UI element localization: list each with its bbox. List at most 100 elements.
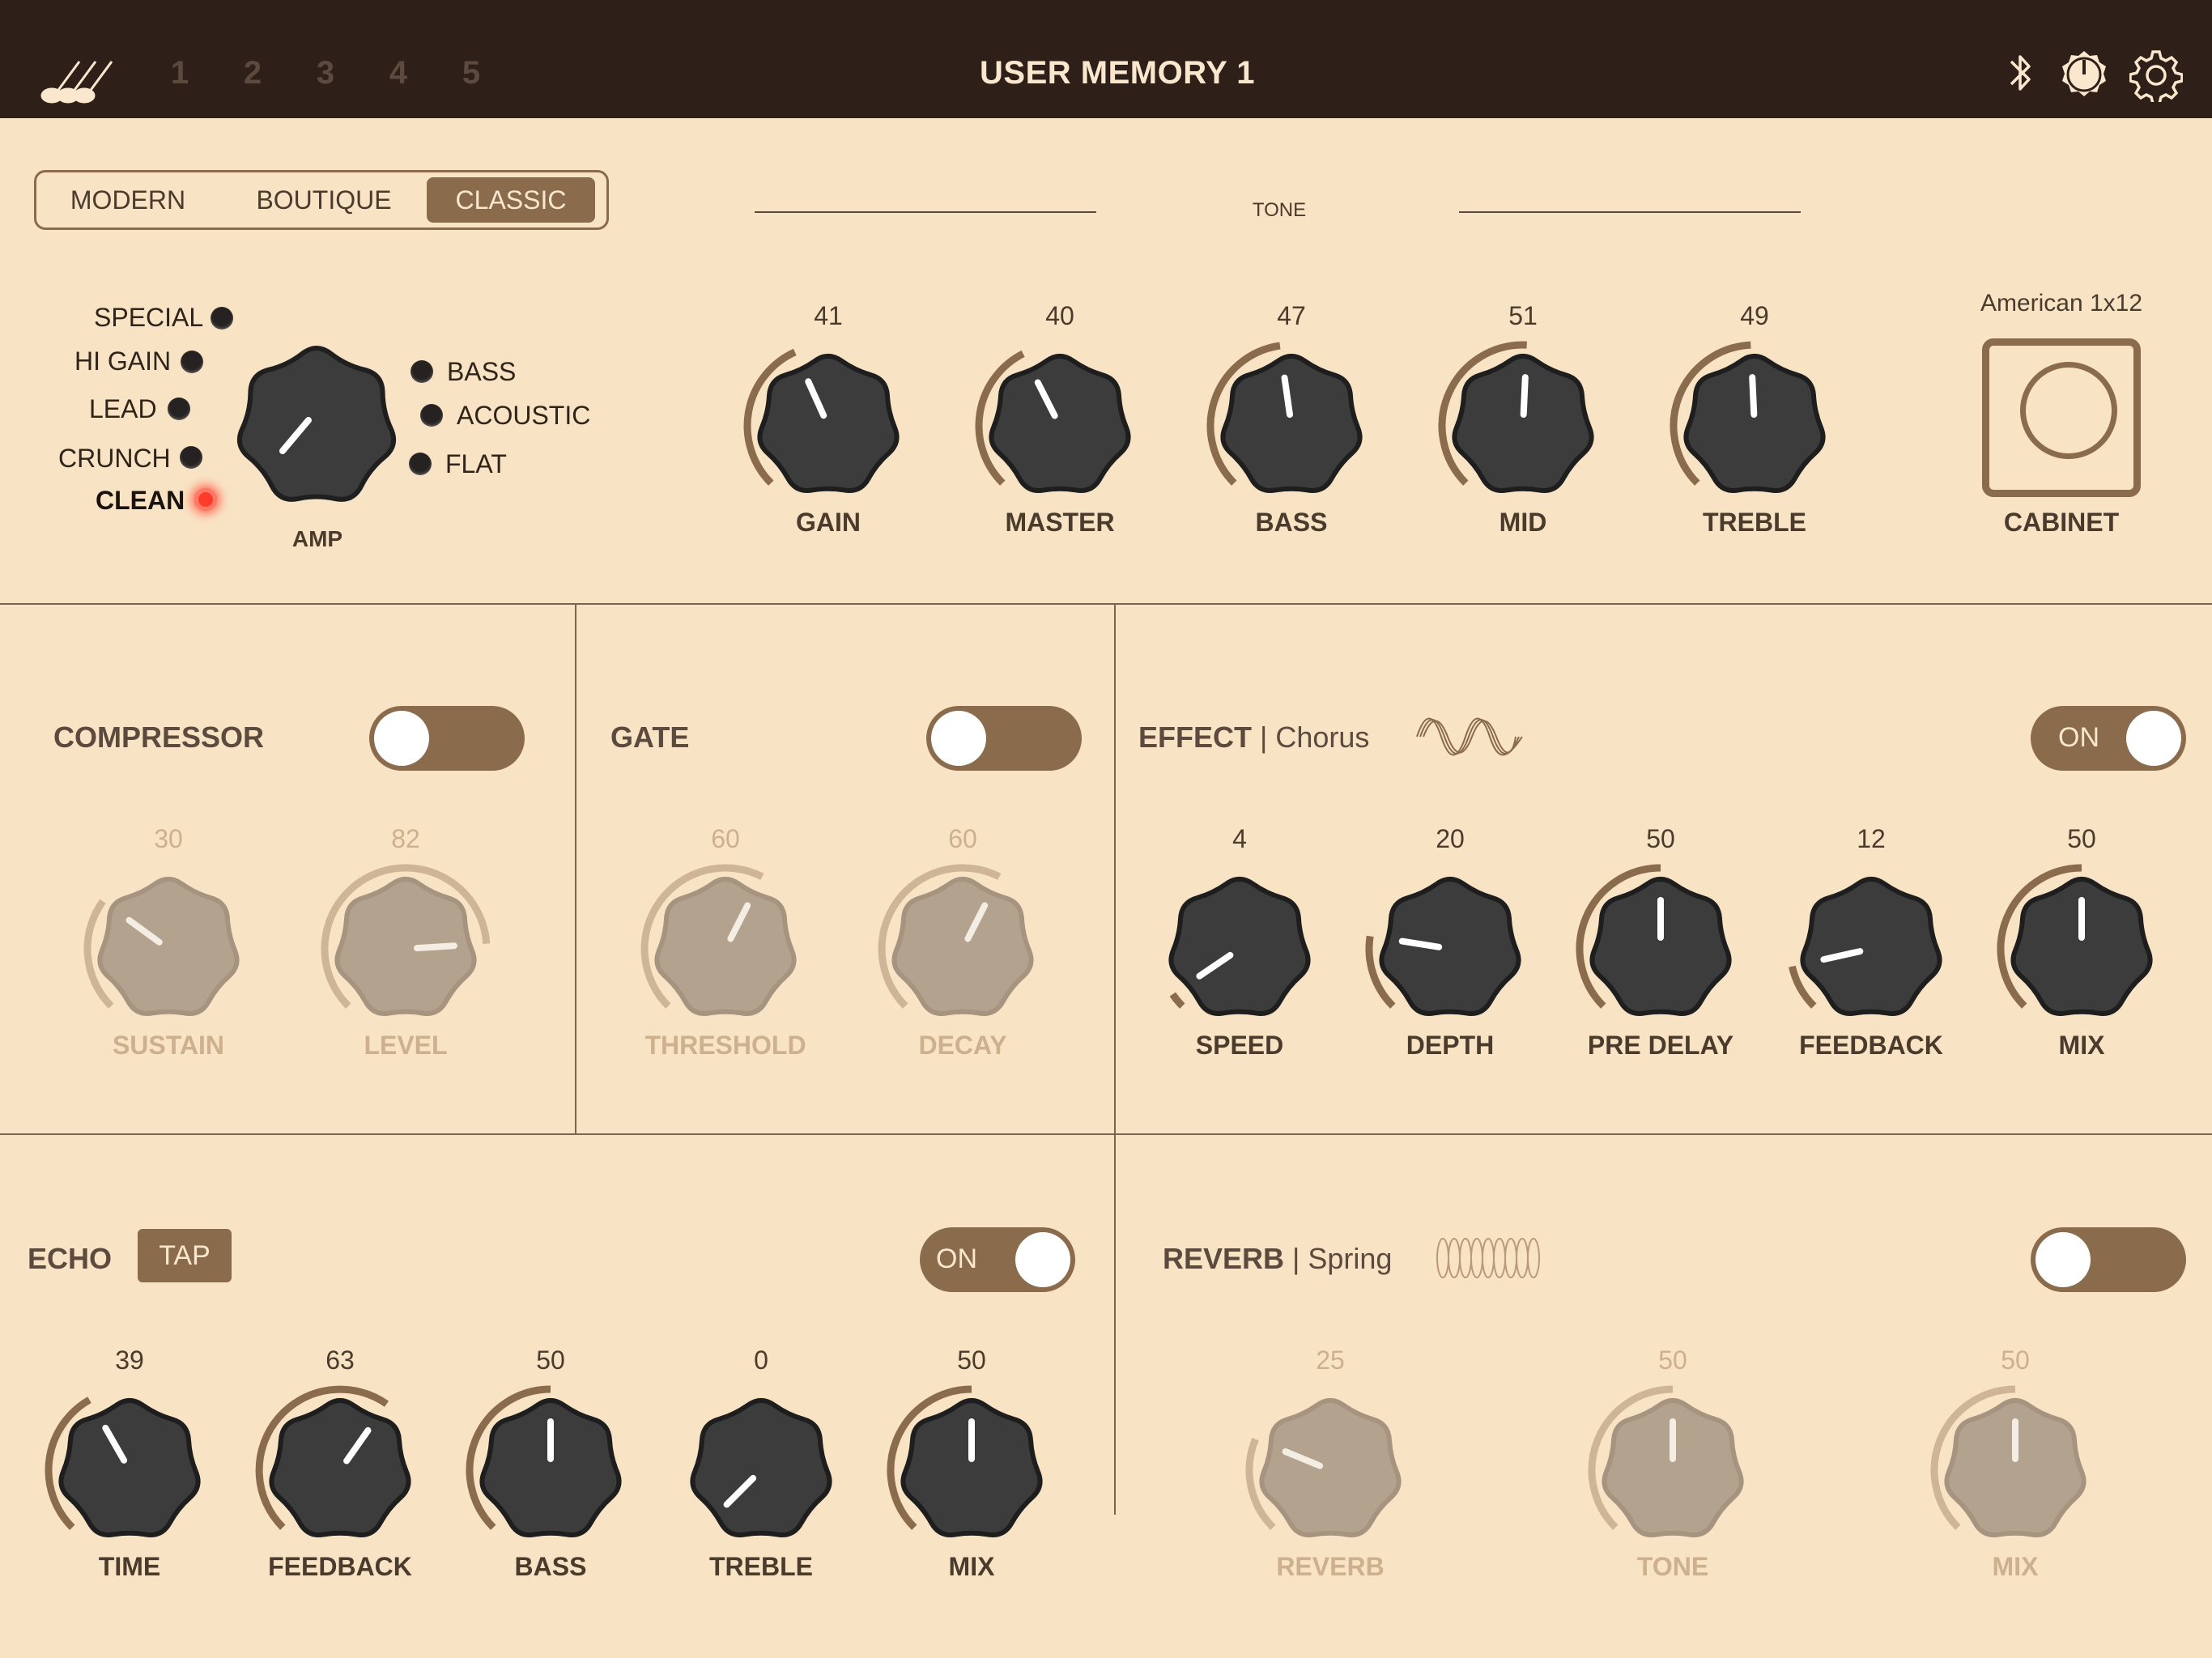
amp-type-bass-label[interactable]: BASS [447, 357, 516, 387]
echo-toggle[interactable]: ON [920, 1227, 1075, 1292]
effect-type[interactable]: Chorus [1275, 721, 1369, 754]
cabinet-button[interactable] [1982, 338, 2141, 497]
spring-icon [1436, 1238, 1540, 1278]
toggle-thumb [2035, 1232, 2091, 1287]
depth-label: DEPTH [1406, 1031, 1495, 1060]
amp-type-clean-led[interactable] [194, 488, 217, 511]
amp-type-special-led[interactable] [211, 307, 233, 329]
knob-value-arc [1169, 992, 1185, 1009]
reverb-tone-knob[interactable] [1584, 1381, 1762, 1559]
amp-type-higain-label[interactable]: HI GAIN [74, 346, 171, 376]
reverb-toggle[interactable] [2031, 1227, 2186, 1292]
echo-mix-label: MIX [948, 1552, 995, 1581]
effect-feedback-value: 12 [1857, 824, 1886, 853]
amp-type-clean-label[interactable]: CLEAN [96, 486, 185, 516]
gate-title: GATE [610, 721, 690, 754]
depth-value: 20 [1436, 824, 1465, 853]
echo-feedback-knob[interactable] [251, 1381, 429, 1559]
amp-type-acoustic-label[interactable]: ACOUSTIC [457, 401, 590, 431]
amp-type-bass-led[interactable] [410, 360, 433, 383]
knob-pointer [414, 942, 457, 952]
echo-treble-knob[interactable] [672, 1381, 850, 1559]
pre-delay-knob[interactable] [1572, 860, 1750, 1038]
guitars-logo-icon[interactable] [32, 53, 121, 105]
threshold-value: 60 [711, 824, 740, 853]
tab-boutique[interactable]: BOUTIQUE [231, 177, 417, 223]
time-knob[interactable] [40, 1381, 219, 1559]
toggle-thumb [931, 711, 986, 766]
gain-value: 41 [814, 301, 843, 330]
bluetooth-icon[interactable] [2005, 49, 2037, 97]
effect-feedback-knob[interactable] [1782, 860, 1960, 1038]
toggle-thumb [2126, 711, 2181, 766]
amp-type-crunch-led[interactable] [180, 446, 202, 469]
amp-type-higain-led[interactable] [181, 351, 203, 373]
pre-delay-label: PRE DELAY [1587, 1031, 1734, 1060]
knob-body [1220, 353, 1363, 493]
echo-treble-label: TREBLE [709, 1552, 813, 1581]
amp-type-knob[interactable] [225, 335, 408, 518]
tap-button[interactable]: TAP [138, 1229, 232, 1282]
amp-type-lead-label[interactable]: LEAD [89, 394, 157, 424]
knob-body [97, 876, 240, 1016]
settings-gear-icon[interactable] [2129, 49, 2183, 102]
sustain-label: SUSTAIN [112, 1031, 225, 1060]
reverb-title: REVERB | Spring [1163, 1242, 1393, 1275]
memory-slot-3[interactable]: 3 [303, 55, 348, 91]
gate-toggle[interactable] [926, 706, 1082, 771]
reverb-mix-value: 50 [2001, 1346, 2030, 1375]
compressor-toggle[interactable] [369, 706, 525, 771]
toggle-on-label: ON [936, 1244, 977, 1274]
memory-slot-2[interactable]: 2 [230, 55, 275, 91]
amp-type-lead-led[interactable] [168, 397, 190, 420]
level-knob[interactable] [317, 860, 495, 1038]
memory-title[interactable]: USER MEMORY 1 [810, 55, 1425, 91]
tone-header: TONE [1252, 199, 1307, 221]
gain-label: GAIN [796, 508, 861, 537]
mid-value: 51 [1508, 301, 1538, 330]
cabinet-label: CABINET [2003, 508, 2120, 537]
reverb-type[interactable]: Spring [1308, 1242, 1392, 1275]
effect-mix-knob[interactable] [1993, 860, 2171, 1038]
reverb-mix-knob[interactable] [1926, 1381, 2104, 1559]
amp-type-flat-led[interactable] [409, 453, 432, 475]
reverb-level-value: 25 [1316, 1346, 1345, 1375]
depth-knob[interactable] [1361, 860, 1539, 1038]
echo-mix-knob[interactable] [883, 1381, 1061, 1559]
memory-slot-5[interactable]: 5 [449, 55, 494, 91]
amp-knob-label: AMP [291, 526, 343, 551]
sustain-knob[interactable] [79, 860, 257, 1038]
reverb-level-knob[interactable] [1241, 1381, 1419, 1559]
speed-knob[interactable] [1151, 860, 1329, 1038]
amp-type-acoustic-led[interactable] [420, 404, 443, 427]
master-value: 40 [1045, 301, 1074, 330]
level-value: 82 [391, 824, 420, 853]
level-label: LEVEL [364, 1031, 448, 1060]
tuner-icon[interactable] [2058, 49, 2110, 100]
effect-toggle[interactable]: ON [2031, 706, 2186, 771]
threshold-knob[interactable] [636, 860, 815, 1038]
treble-knob[interactable] [1665, 337, 1844, 515]
knob-body [757, 353, 900, 493]
tab-modern[interactable]: MODERN [51, 177, 205, 223]
memory-slot-4[interactable]: 4 [376, 55, 421, 91]
echo-treble-value: 0 [754, 1346, 768, 1375]
memory-slot-1[interactable]: 1 [157, 55, 202, 91]
knob-body [1800, 876, 1942, 1016]
echo-bass-value: 50 [536, 1346, 565, 1375]
treble-value: 49 [1740, 301, 1769, 330]
bass-knob[interactable] [1202, 337, 1380, 515]
treble-label: TREBLE [1703, 508, 1806, 537]
amp-type-flat-label[interactable]: FLAT [445, 449, 507, 479]
decay-knob[interactable] [874, 860, 1052, 1038]
amp-type-special-label[interactable]: SPECIAL [94, 303, 203, 333]
master-knob[interactable] [971, 337, 1149, 515]
toggle-thumb [1015, 1232, 1070, 1287]
reverb-tone-label: TONE [1636, 1552, 1709, 1581]
amp-type-crunch-label[interactable]: CRUNCH [58, 444, 171, 474]
mid-knob[interactable] [1434, 337, 1612, 515]
gain-knob[interactable] [739, 337, 917, 515]
tab-classic[interactable]: CLASSIC [427, 177, 595, 223]
knob-pointer [1520, 374, 1529, 418]
echo-bass-knob[interactable] [462, 1381, 640, 1559]
